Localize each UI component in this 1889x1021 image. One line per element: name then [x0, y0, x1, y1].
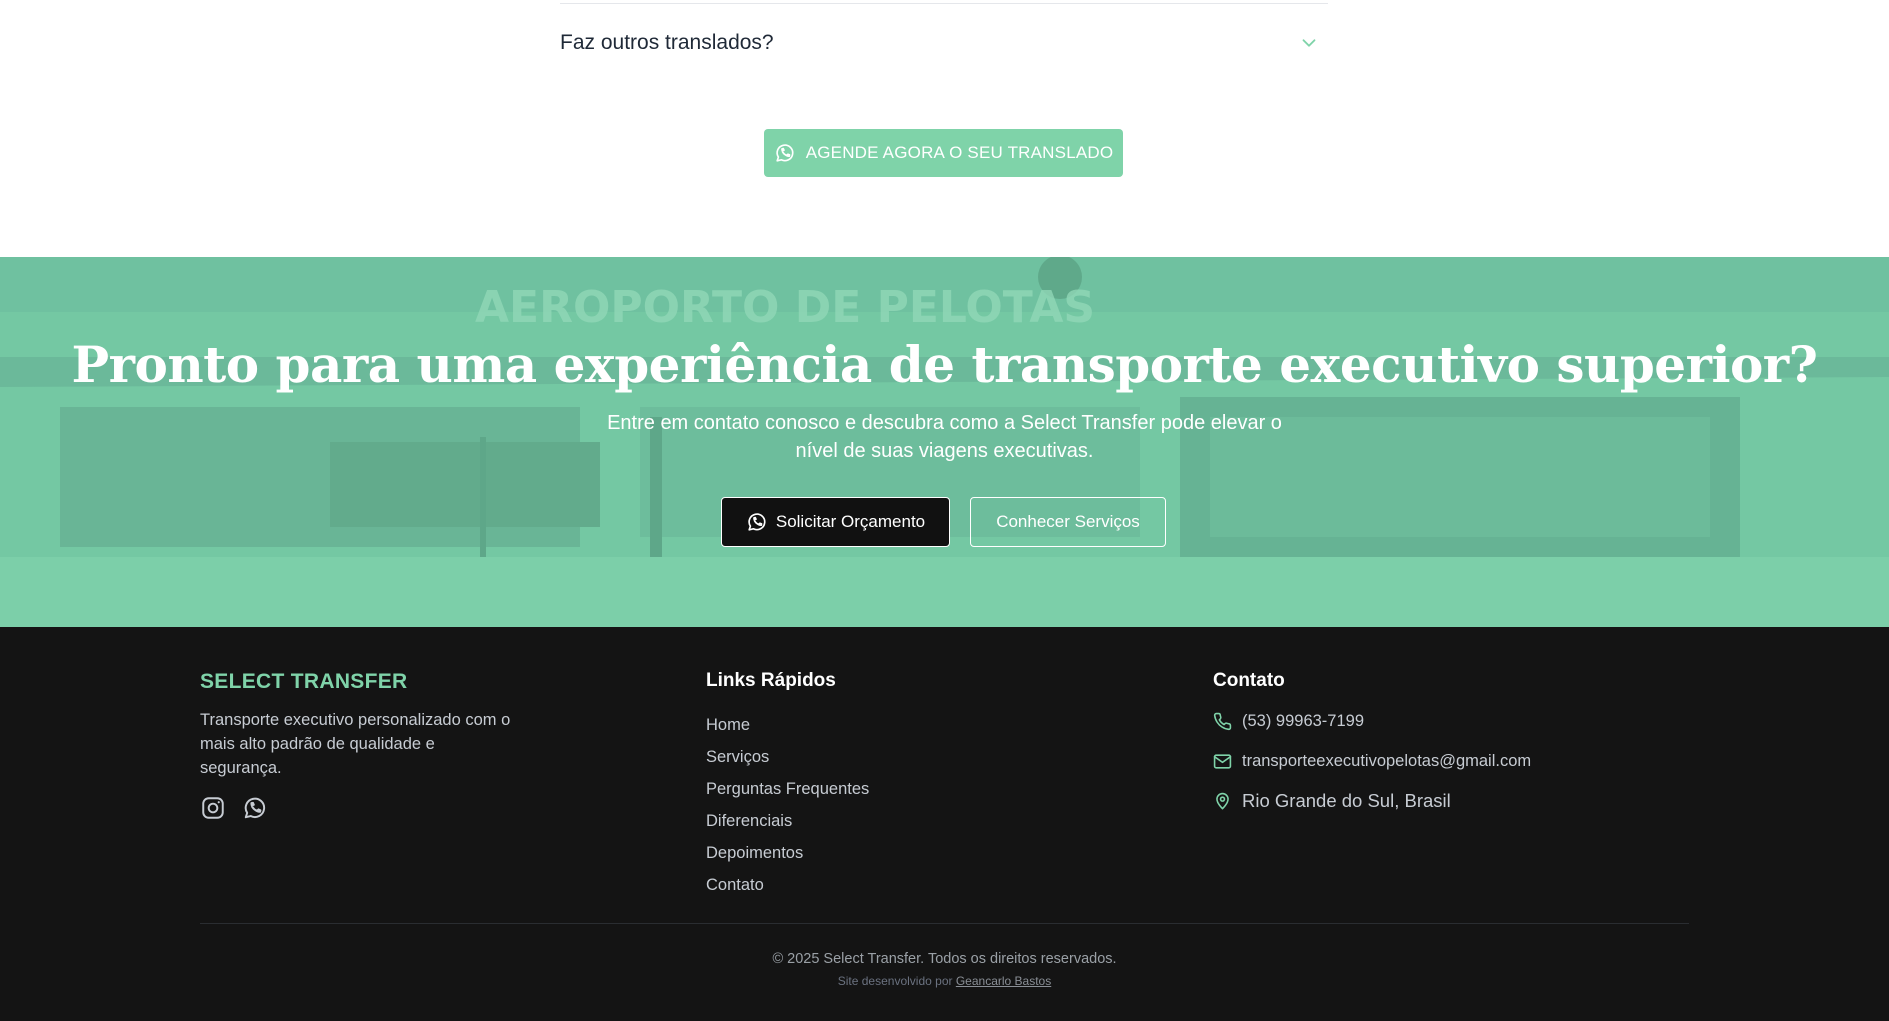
mail-icon: [1213, 753, 1232, 769]
schedule-transfer-button[interactable]: AGENDE AGORA O SEU TRANSLADO: [764, 129, 1123, 177]
map-pin-icon: [1216, 792, 1229, 809]
footer-brand: SELECT TRANSFER: [200, 670, 408, 693]
contact-list: (53) 99963-7199 transporteexecutivopelot…: [1213, 709, 1531, 815]
whatsapp-icon[interactable]: [242, 795, 268, 821]
instagram-icon[interactable]: [200, 795, 226, 821]
faq-divider: [560, 3, 1328, 4]
contact-email-text: transporteexecutivopelotas@gmail.com: [1242, 751, 1532, 770]
hero-subtitle: Entre em contato conosco e descubra como…: [607, 412, 1282, 462]
hero-title: Pronto para uma experiência de transport…: [71, 335, 1818, 394]
footer-link-differentials[interactable]: Diferenciais: [706, 805, 869, 837]
footer-link-home[interactable]: Home: [706, 709, 869, 741]
contact-location-text: Rio Grande do Sul, Brasil: [1242, 790, 1451, 811]
request-quote-label: Solicitar Orçamento: [775, 512, 926, 531]
developer-credit: Site desenvolvido por Geancarlo Bastos: [0, 974, 1889, 988]
contact-title: Contato: [1213, 670, 1285, 691]
footer-link-faq[interactable]: Perguntas Frequentes: [706, 773, 869, 805]
developer-link[interactable]: Geancarlo Bastos: [956, 974, 1051, 988]
faq-section: Faz outros translados? AGENDE AGORA O SE…: [0, 0, 1889, 257]
footer-divider: [200, 923, 1689, 924]
credit-prefix: Site desenvolvido por: [837, 974, 953, 988]
contact-phone-text: (53) 99963-7199: [1242, 711, 1365, 730]
contact-phone[interactable]: (53) 99963-7199: [1213, 709, 1531, 733]
faq-item[interactable]: Faz outros translados?: [560, 22, 1328, 64]
whatsapp-icon: [776, 144, 794, 162]
airport-sign-text: AEROPORTO DE PELOTAS: [475, 282, 1095, 333]
contact-location: Rio Grande do Sul, Brasil: [1213, 787, 1531, 815]
whatsapp-icon: [748, 513, 766, 531]
view-services-label: Conhecer Serviços: [996, 512, 1140, 531]
view-services-button[interactable]: Conhecer Serviços: [970, 497, 1166, 547]
quick-links-title: Links Rápidos: [706, 670, 836, 691]
footer-link-contact[interactable]: Contato: [706, 869, 869, 901]
request-quote-button[interactable]: Solicitar Orçamento: [721, 497, 950, 547]
copyright-text: © 2025 Select Transfer. Todos os direito…: [772, 951, 1117, 967]
faq-question: Faz outros translados?: [560, 31, 774, 54]
contact-email[interactable]: transporteexecutivopelotas@gmail.com: [1213, 749, 1531, 773]
hero-banner: AEROPORTO DE PELOTAS Pronto para uma exp…: [0, 257, 1889, 627]
chevron-down-icon: [1302, 39, 1316, 47]
footer-link-services[interactable]: Serviços: [706, 741, 869, 773]
phone-icon: [1213, 712, 1232, 730]
schedule-transfer-label: AGENDE AGORA O SEU TRANSLADO: [805, 143, 1114, 162]
footer: SELECT TRANSFER Transporte executivo per…: [0, 627, 1889, 1021]
quick-links-list: Home Serviços Perguntas Frequentes Difer…: [706, 709, 869, 901]
footer-link-testimonials[interactable]: Depoimentos: [706, 837, 869, 869]
footer-description: Transporte executivo personalizado com o…: [200, 711, 511, 777]
social-links: [200, 795, 268, 821]
